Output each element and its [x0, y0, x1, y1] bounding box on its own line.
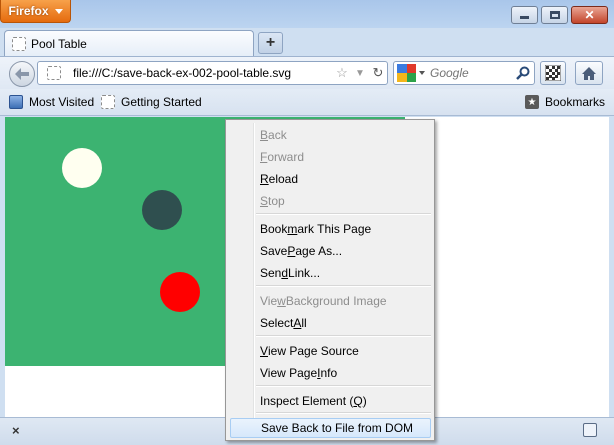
menu-separator	[256, 213, 431, 215]
menu-item-label: ll	[301, 316, 307, 330]
home-icon	[582, 66, 596, 80]
bookmarks-menu-button[interactable]: ★ Bookmarks	[525, 95, 605, 109]
addon-toolbar-button[interactable]	[540, 61, 566, 85]
menu-item-select-all[interactable]: Select All	[230, 313, 431, 333]
close-icon: ✕	[584, 8, 595, 22]
bookmark-label: Getting Started	[121, 95, 202, 109]
menu-separator	[256, 385, 431, 387]
menu-item-label: Sen	[260, 266, 282, 280]
menu-item-save-back-to-file-from-dom[interactable]: Save Back to File from DOM	[230, 418, 431, 438]
menu-item-label: age As...	[295, 244, 343, 258]
home-button[interactable]	[575, 61, 603, 85]
menu-item-label: Book	[260, 222, 288, 236]
menu-separator	[256, 412, 431, 414]
tab-strip: Pool Table +	[0, 28, 614, 56]
firefox-menu-label: Firefox	[8, 4, 49, 18]
menu-item-label: Background Image	[285, 294, 387, 308]
url-text[interactable]: file:///C:/save-back-ex-002-pool-table.s…	[73, 66, 333, 80]
menu-item-label: Link...	[288, 266, 321, 280]
page-favicon-icon	[12, 36, 26, 51]
bookmarks-menu-label: Bookmarks	[545, 95, 606, 109]
menu-item-label: top	[268, 194, 285, 208]
checkerboard-icon	[545, 65, 561, 81]
google-engine-icon[interactable]	[397, 64, 416, 82]
search-bar[interactable]	[393, 61, 535, 85]
tab-pool-table[interactable]: Pool Table	[4, 30, 254, 56]
navigation-toolbar: file:///C:/save-back-ex-002-pool-table.s…	[0, 56, 614, 89]
menu-item-accesskey: m	[287, 222, 298, 236]
menu-item-accesskey: F	[260, 150, 268, 164]
menu-item-accesskey: w	[277, 294, 286, 308]
menu-item-accesskey: B	[260, 128, 269, 142]
dropdown-caret-icon	[54, 8, 63, 14]
menu-item-send-link[interactable]: Sen d Link...	[230, 263, 431, 283]
menu-separator	[256, 285, 431, 287]
bookmark-getting-started[interactable]: Getting Started	[101, 95, 202, 109]
menu-item-accesskey: d	[281, 266, 289, 280]
title-bar: Firefox ✕	[0, 0, 614, 28]
menu-item-accesskey: V	[260, 344, 269, 358]
menu-item-accesskey: S	[260, 194, 269, 208]
minimize-icon	[520, 16, 529, 19]
menu-item-label: Vie	[260, 294, 278, 308]
url-bar[interactable]: file:///C:/save-back-ex-002-pool-table.s…	[37, 61, 388, 85]
menu-item-accesskey: Q	[353, 394, 363, 408]
back-button[interactable]	[9, 61, 35, 87]
menu-item-label: Select	[260, 316, 294, 330]
menu-item-accesskey: A	[293, 316, 302, 330]
menu-item-label: orward	[267, 150, 305, 164]
red-ball[interactable]	[160, 272, 200, 312]
menu-item-view-page-source[interactable]: View Page Source	[230, 341, 431, 361]
menu-item-label: Inspect Element (	[260, 394, 354, 408]
menu-item-accesskey: P	[287, 244, 296, 258]
menu-item-accesskey: R	[260, 172, 269, 186]
cue-ball[interactable]	[62, 148, 102, 188]
menu-item-forward[interactable]: Forward	[230, 147, 431, 167]
addon-status-icon[interactable]	[583, 423, 597, 437]
star-bookmark-icon[interactable]: ☆	[333, 65, 351, 81]
site-identity-icon	[47, 66, 61, 80]
close-window-button[interactable]: ✕	[571, 6, 608, 24]
search-engine-dropdown-icon[interactable]	[419, 71, 425, 75]
reload-icon[interactable]: ↻	[369, 65, 387, 81]
menu-item-back[interactable]: Back	[230, 125, 431, 145]
bookmark-label: Most Visited	[29, 95, 95, 109]
menu-item-label: View Page	[260, 366, 318, 380]
most-visited-icon	[9, 95, 23, 109]
back-arrow-icon	[15, 68, 29, 80]
maximize-icon	[549, 11, 560, 19]
menu-separator	[256, 335, 431, 337]
menu-item-view-page-info[interactable]: View Page Info	[230, 363, 431, 383]
search-input[interactable]	[430, 66, 510, 80]
menu-item-bookmark-this-page[interactable]: Book m ark This Page	[230, 219, 431, 239]
tab-title: Pool Table	[31, 36, 87, 51]
menu-item-label: nfo	[320, 366, 338, 380]
menu-item-inspect-element-q[interactable]: Inspect Element (Q)	[230, 391, 431, 411]
menu-item-label: Save	[260, 244, 288, 258]
firefox-menu-button[interactable]: Firefox	[0, 0, 71, 23]
menu-item-reload[interactable]: Reload	[230, 169, 431, 189]
url-history-dropdown-icon[interactable]: ▼	[351, 68, 369, 79]
context-menu: Back Forward Reload Stop Book m ark This Page S…	[225, 119, 435, 441]
menu-item-label: iew Page Source	[268, 344, 359, 358]
menu-item-save-page-as[interactable]: Save Page As...	[230, 241, 431, 261]
bookmarks-star-icon: ★	[525, 95, 539, 109]
dark-ball[interactable]	[142, 190, 182, 230]
getting-started-icon	[101, 95, 115, 109]
bookmark-most-visited[interactable]: Most Visited	[9, 95, 94, 109]
menu-item-view-background-image[interactable]: Vie w Background Image	[230, 291, 431, 311]
bookmarks-toolbar: Most Visited Getting Started ★ Bookmarks	[0, 89, 614, 116]
minimize-button[interactable]	[511, 6, 538, 24]
new-tab-button[interactable]: +	[258, 32, 283, 54]
close-addon-bar-icon[interactable]: ×	[12, 423, 20, 438]
plus-icon: +	[265, 34, 276, 51]
maximize-button[interactable]	[541, 6, 568, 24]
menu-item-label: )	[362, 394, 367, 408]
menu-item-label: eload	[268, 172, 299, 186]
search-icon[interactable]	[516, 66, 530, 80]
menu-item-label: ark This Page	[297, 222, 372, 236]
menu-item-label: Save Back to File from DOM	[261, 421, 414, 435]
menu-item-stop[interactable]: Stop	[230, 191, 431, 211]
menu-item-label: ack	[268, 128, 287, 142]
